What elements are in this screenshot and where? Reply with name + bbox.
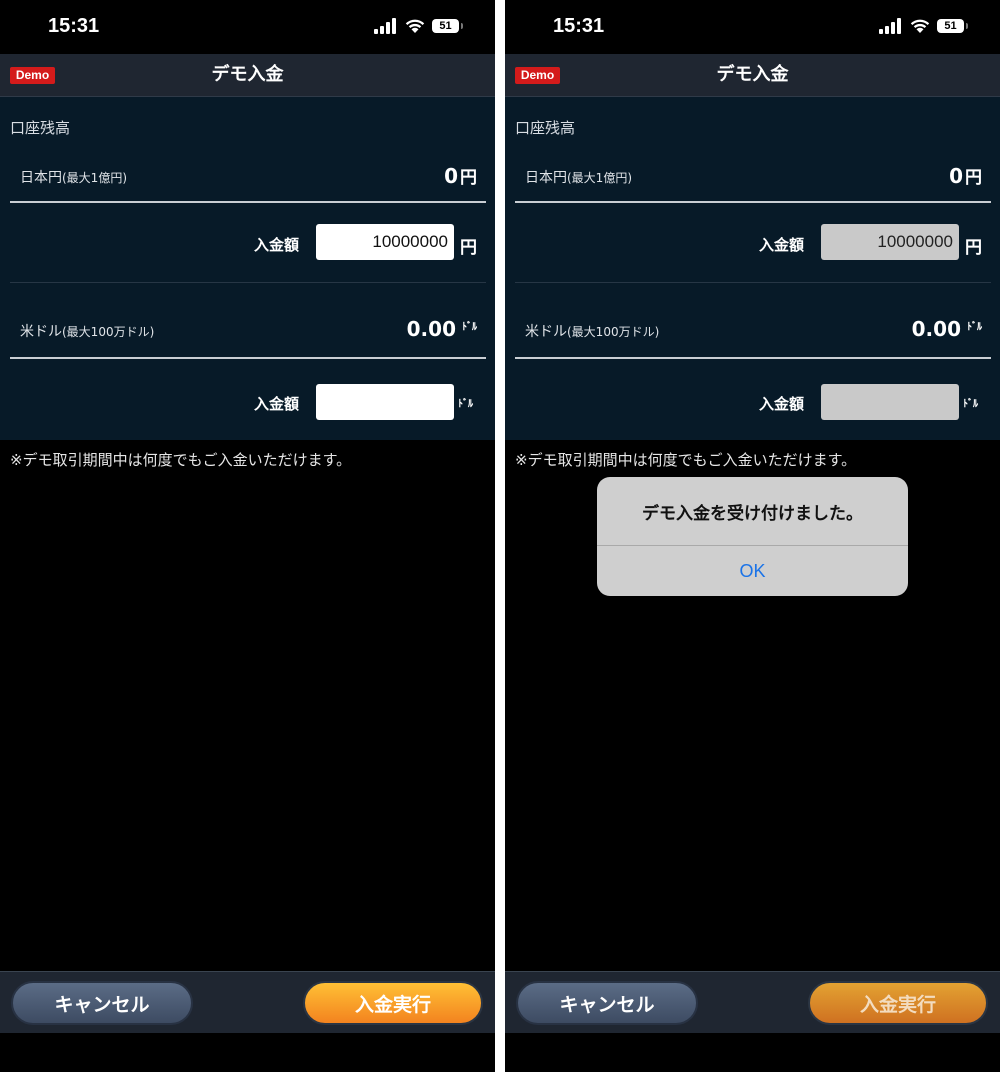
usd-amount-unit: ﾄﾞﾙ bbox=[963, 399, 978, 410]
divider bbox=[10, 201, 486, 203]
jpy-balance-unit: 円 bbox=[460, 168, 477, 188]
bottom-bar: キャンセル 入金実行 bbox=[0, 971, 495, 1033]
account-balance-label: 口座残高 bbox=[515, 119, 576, 137]
usd-amount-input[interactable] bbox=[821, 384, 959, 420]
divider bbox=[10, 282, 486, 283]
jpy-label: 日本円(最大1億円) bbox=[525, 167, 632, 187]
page-title: デモ入金 bbox=[716, 64, 789, 85]
cancel-button[interactable]: キャンセル bbox=[516, 981, 698, 1025]
divider bbox=[515, 201, 991, 203]
cancel-button[interactable]: キャンセル bbox=[11, 981, 193, 1025]
bottom-bar: キャンセル 入金実行 bbox=[505, 971, 1000, 1033]
status-time: 15:31 bbox=[553, 15, 605, 37]
confirmation-dialog: デモ入金を受け付けました。 OK bbox=[597, 477, 908, 596]
divider bbox=[515, 357, 991, 359]
jpy-balance: 0円 bbox=[949, 163, 982, 188]
nav-bar: デモ入金 Demo bbox=[505, 54, 1000, 97]
jpy-label-text: 日本円 bbox=[525, 170, 567, 186]
execute-deposit-button[interactable]: 入金実行 bbox=[303, 981, 483, 1025]
usd-balance: 0.00 ﾄﾞﾙ bbox=[912, 317, 982, 341]
jpy-amount-label: 入金額 bbox=[253, 236, 299, 254]
jpy-amount-unit: 円 bbox=[965, 238, 982, 258]
jpy-balance-value: 0 bbox=[949, 164, 963, 188]
usd-balance-value: 0.00 bbox=[406, 317, 456, 341]
cellular-signal-icon bbox=[879, 18, 901, 34]
page-title: デモ入金 bbox=[211, 64, 284, 85]
battery-icon: 51 bbox=[937, 19, 964, 33]
execute-deposit-button[interactable]: 入金実行 bbox=[808, 981, 988, 1025]
deposit-note: ※デモ取引期間中は何度でもご入金いただけます。 bbox=[515, 451, 857, 469]
deposit-panel: 口座残高 日本円(最大1億円) 0円 入金額 円 米ドル(最大100万ドル) 0… bbox=[505, 97, 1000, 440]
nav-bar: デモ入金 Demo bbox=[0, 54, 495, 97]
status-bar: 15:31 51 bbox=[0, 0, 495, 54]
screen-after: 15:31 51 デモ入金 Demo 口座残高 日本円(最大1億円) 0円 入金… bbox=[505, 0, 1000, 1072]
usd-amount-unit: ﾄﾞﾙ bbox=[458, 399, 473, 410]
jpy-label: 日本円(最大1億円) bbox=[20, 167, 127, 187]
jpy-amount-input[interactable] bbox=[821, 224, 959, 260]
divider bbox=[10, 357, 486, 359]
usd-amount-label: 入金額 bbox=[253, 395, 299, 413]
account-balance-label: 口座残高 bbox=[10, 119, 71, 137]
usd-label: 米ドル(最大100万ドル) bbox=[20, 321, 154, 341]
status-bar: 15:31 51 bbox=[505, 0, 1000, 54]
jpy-balance-unit: 円 bbox=[965, 168, 982, 188]
jpy-label-text: 日本円 bbox=[20, 170, 62, 186]
jpy-amount-input[interactable] bbox=[316, 224, 454, 260]
usd-label-text: 米ドル bbox=[20, 324, 62, 340]
usd-amount-input[interactable] bbox=[316, 384, 454, 420]
jpy-limit: (最大1億円) bbox=[62, 171, 127, 185]
usd-limit: (最大100万ドル) bbox=[567, 325, 660, 339]
battery-tip-icon bbox=[966, 23, 968, 29]
divider bbox=[515, 282, 991, 283]
jpy-balance-value: 0 bbox=[444, 164, 458, 188]
cellular-signal-icon bbox=[374, 18, 396, 34]
usd-limit: (最大100万ドル) bbox=[62, 325, 155, 339]
usd-balance: 0.00 ﾄﾞﾙ bbox=[407, 317, 477, 341]
screen-before: 15:31 51 デモ入金 Demo 口座残高 日本円(最大1億円) 0円 入金… bbox=[0, 0, 495, 1072]
battery-tip-icon bbox=[461, 23, 463, 29]
usd-label-text: 米ドル bbox=[525, 324, 567, 340]
usd-amount-label: 入金額 bbox=[758, 395, 804, 413]
battery-icon: 51 bbox=[432, 19, 459, 33]
usd-balance-unit: ﾄﾞﾙ bbox=[462, 322, 477, 333]
jpy-limit: (最大1億円) bbox=[567, 171, 632, 185]
jpy-balance: 0円 bbox=[444, 163, 477, 188]
status-time: 15:31 bbox=[48, 15, 100, 37]
wifi-icon bbox=[405, 19, 425, 33]
usd-label: 米ドル(最大100万ドル) bbox=[525, 321, 659, 341]
dialog-message: デモ入金を受け付けました。 bbox=[642, 504, 863, 524]
demo-badge: Demo bbox=[515, 67, 560, 84]
dialog-ok-button[interactable]: OK bbox=[597, 546, 908, 596]
jpy-amount-unit: 円 bbox=[460, 238, 477, 258]
wifi-icon bbox=[910, 19, 930, 33]
usd-balance-value: 0.00 bbox=[911, 317, 961, 341]
jpy-amount-label: 入金額 bbox=[758, 236, 804, 254]
demo-badge: Demo bbox=[10, 67, 55, 84]
usd-balance-unit: ﾄﾞﾙ bbox=[967, 322, 982, 333]
deposit-note: ※デモ取引期間中は何度でもご入金いただけます。 bbox=[10, 451, 352, 469]
deposit-panel: 口座残高 日本円(最大1億円) 0円 入金額 円 米ドル(最大100万ドル) 0… bbox=[0, 97, 495, 440]
